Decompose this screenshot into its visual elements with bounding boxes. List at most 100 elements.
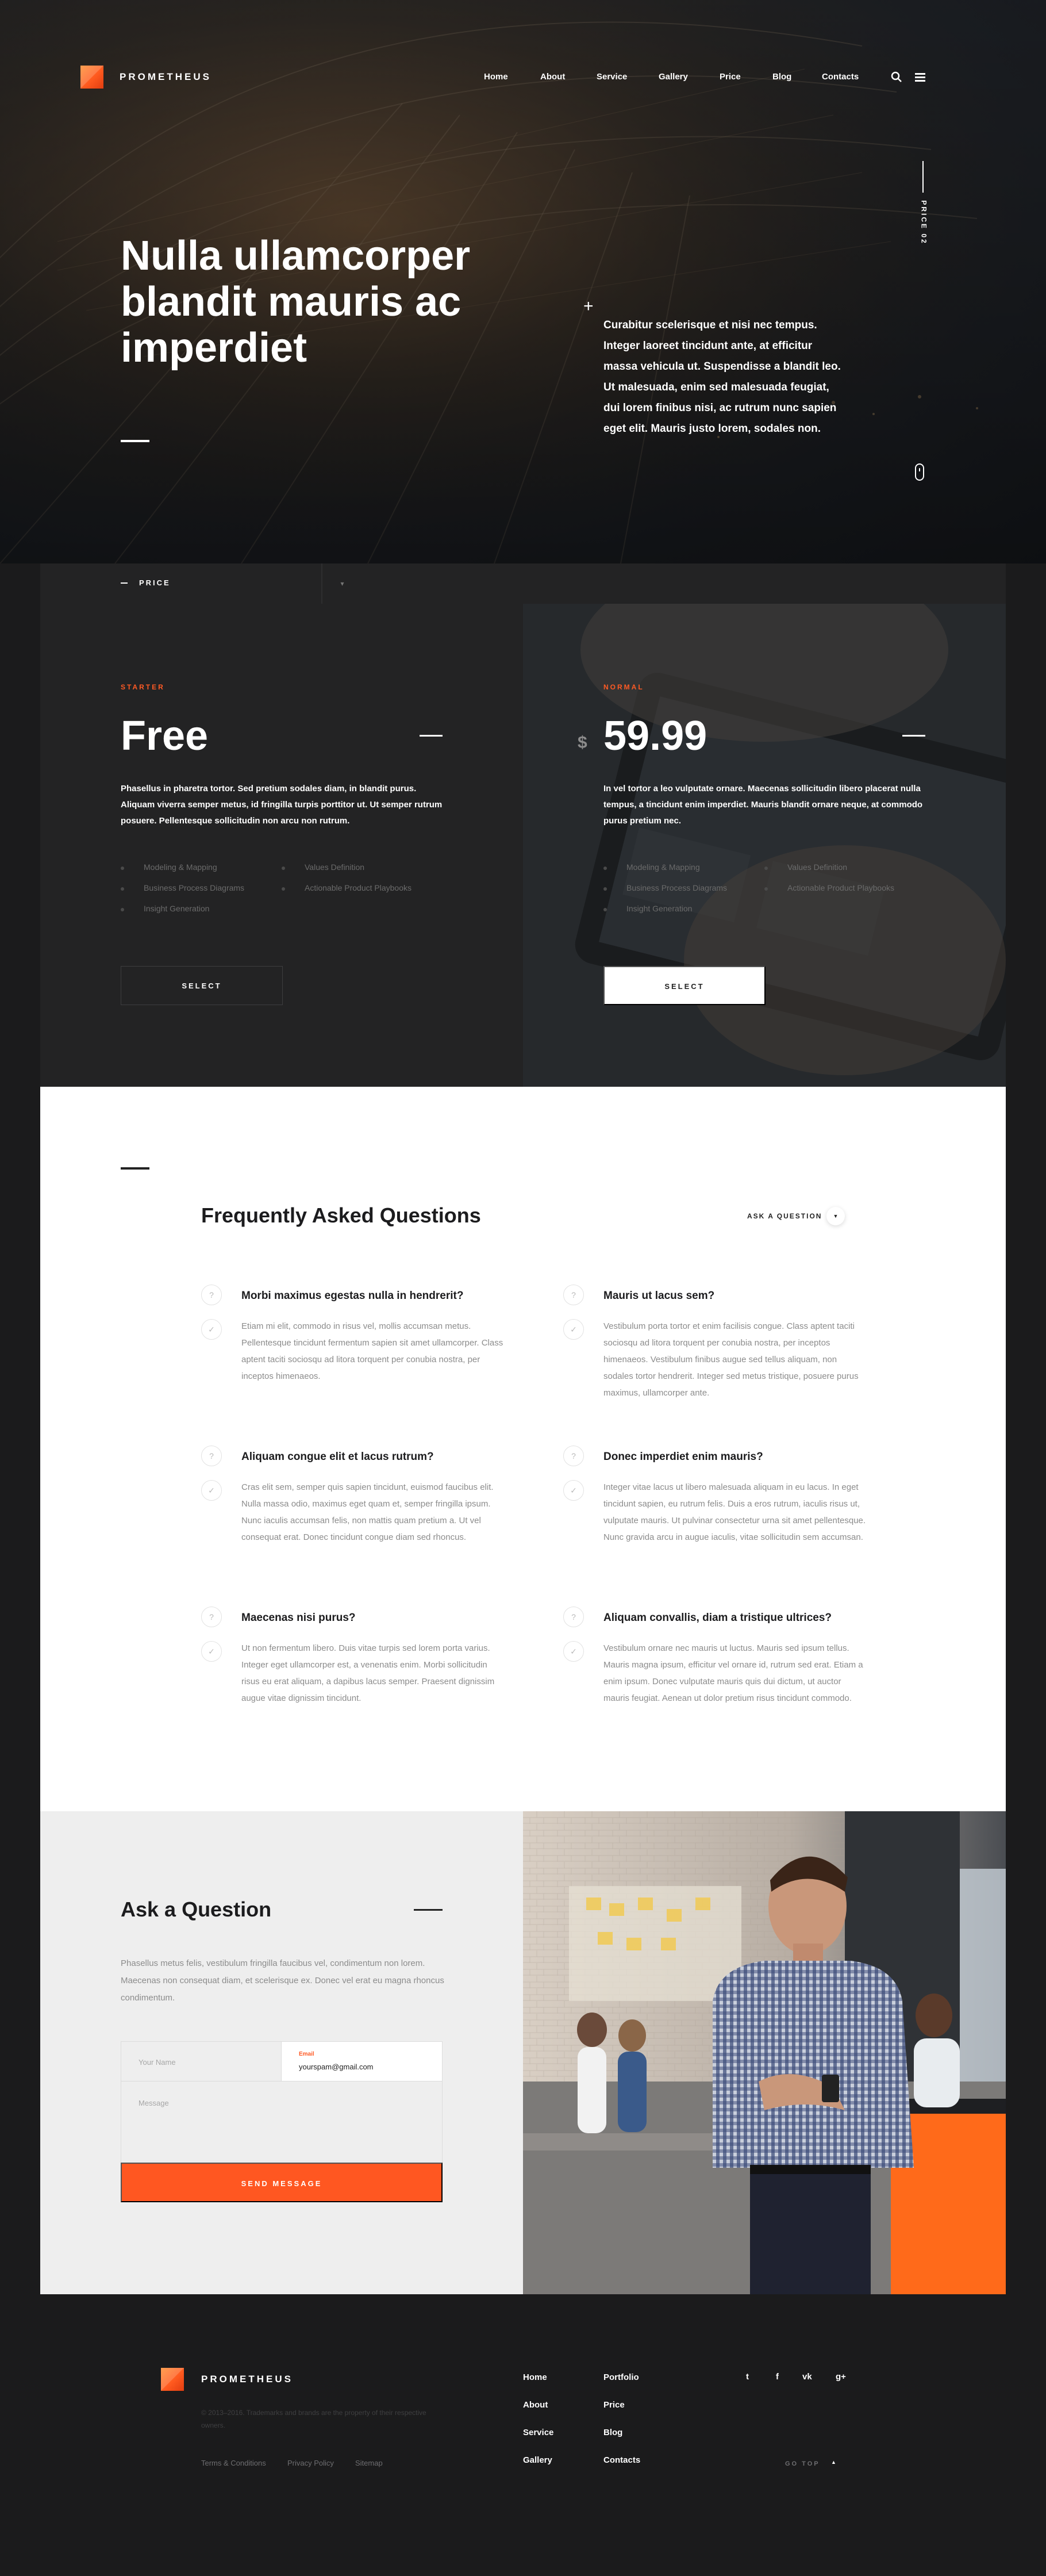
hero-title-line-1: Nulla ullamcorper: [121, 233, 471, 279]
faq-item: ? ✓ Maecenas nisi purus? Ut non fermentu…: [201, 1607, 506, 1707]
footer-link-blog[interactable]: Blog: [603, 2428, 622, 2437]
faq-item: ? ✓ Mauris ut lacus sem? Vestibulum port…: [563, 1285, 868, 1401]
email-value: yourspam@gmail.com: [299, 2063, 374, 2071]
hero-section: PROMETHEUS Home About Service Gallery Pr…: [0, 0, 1046, 564]
plan-feature: Values Definition: [764, 862, 925, 883]
message-field[interactable]: Message: [121, 2081, 443, 2163]
ask-description: Phasellus metus felis, vestibulum fringi…: [121, 1958, 444, 2003]
plan-card-starter: STARTER Free Phasellus in pharetra torto…: [40, 604, 523, 1087]
faq-answer: Cras elit sem, semper quis sapien tincid…: [241, 1482, 494, 1542]
pricing-section: STARTER Free Phasellus in pharetra torto…: [40, 604, 1006, 1087]
question-icon: ?: [563, 1607, 584, 1627]
faq-question[interactable]: Aliquam congue elit et lacus rutrum?: [241, 1450, 506, 1464]
search-icon[interactable]: [891, 71, 902, 83]
footer-link-portfolio[interactable]: Portfolio: [603, 2372, 639, 2382]
facebook-icon[interactable]: f: [776, 2372, 779, 2382]
nav-blog[interactable]: Blog: [772, 72, 791, 82]
nav-contacts[interactable]: Contacts: [822, 72, 859, 82]
nav-price[interactable]: Price: [720, 72, 741, 82]
faq-item: ? ✓ Aliquam convallis, diam a tristique …: [563, 1607, 868, 1707]
plan-feature: Values Definition: [282, 862, 443, 883]
select-normal-button[interactable]: SELECT: [603, 966, 766, 1005]
twitter-icon[interactable]: t: [746, 2372, 749, 2382]
select-starter-button[interactable]: SELECT: [121, 966, 283, 1005]
faq-item: ? ✓ Donec imperdiet enim mauris? Integer…: [563, 1446, 868, 1546]
brand-logo-icon[interactable]: [80, 66, 103, 89]
footer-link-price[interactable]: Price: [603, 2400, 625, 2410]
faq-section-line: [121, 1167, 149, 1170]
menu-icon[interactable]: [915, 72, 925, 82]
footer-logo-icon[interactable]: [161, 2368, 184, 2391]
footer-link-service[interactable]: Service: [523, 2428, 553, 2437]
hero-side-label: PRICE 02: [920, 200, 928, 245]
nav-gallery[interactable]: Gallery: [659, 72, 688, 82]
footer-link-home[interactable]: Home: [523, 2372, 547, 2382]
plan-feature: Modeling & Mapping: [121, 862, 282, 883]
plan-feature-list: Modeling & Mapping Values DefinitionBusin…: [121, 862, 443, 925]
chevron-down-icon[interactable]: ▼: [826, 1207, 845, 1225]
chevron-up-icon[interactable]: ▲: [831, 2459, 836, 2465]
nav-home[interactable]: Home: [484, 72, 508, 82]
price-tab-dash: [121, 582, 128, 584]
faq-answer: Vestibulum porta tortor et enim facilisi…: [603, 1321, 859, 1398]
chevron-down-icon[interactable]: ▾: [322, 564, 362, 604]
nav-about[interactable]: About: [540, 72, 565, 82]
footer-copyright: © 2013–2016. Trademarks and brands are t…: [201, 2409, 426, 2429]
google-plus-icon[interactable]: g+: [836, 2372, 846, 2382]
faq-item: ? ✓ Morbi maximus egestas nulla in hendr…: [201, 1285, 506, 1385]
vk-icon[interactable]: vk: [802, 2372, 812, 2382]
name-placeholder: Your Name: [139, 2058, 176, 2067]
question-icon: ?: [201, 1285, 222, 1305]
plan-feature: Insight Generation: [121, 904, 282, 925]
faq-question[interactable]: Morbi maximus egestas nulla in hendrerit…: [241, 1289, 506, 1303]
footer-brand-name[interactable]: PROMETHEUS: [201, 2374, 293, 2385]
plan-feature: Insight Generation: [603, 904, 764, 925]
ask-question-section: Ask a Question Phasellus metus felis, ve…: [40, 1811, 1006, 2294]
faq-answer: Vestibulum ornare nec mauris ut luctus. …: [603, 1643, 863, 1703]
plan-price: 59.99: [603, 713, 707, 759]
ask-question-link[interactable]: ASK A QUESTION: [747, 1212, 822, 1220]
faq-question[interactable]: Donec imperdiet enim mauris?: [603, 1450, 868, 1464]
plan-feature: Actionable Product Playbooks: [282, 883, 443, 904]
footer-sitemap-link[interactable]: Sitemap: [355, 2459, 383, 2467]
check-icon: ✓: [563, 1319, 584, 1340]
name-field[interactable]: Your Name: [121, 2041, 282, 2082]
plan-kicker: STARTER: [121, 683, 165, 691]
plan-dash: [420, 735, 443, 737]
footer-privacy-link[interactable]: Privacy Policy: [287, 2459, 334, 2467]
faq-title: Frequently Asked Questions: [201, 1203, 481, 1227]
scroll-down-icon[interactable]: [915, 463, 924, 481]
footer-link-gallery[interactable]: Gallery: [523, 2455, 552, 2465]
plan-dash: [902, 735, 925, 737]
footer: PROMETHEUS © 2013–2016. Trademarks and b…: [40, 2294, 1006, 2576]
footer-link-about[interactable]: About: [523, 2400, 548, 2410]
email-label: Email: [299, 2051, 314, 2057]
price-tab-label: PRICE: [139, 578, 171, 587]
send-message-button[interactable]: SEND MESSAGE: [121, 2163, 443, 2202]
faq-answer: Ut non fermentum libero. Duis vitae turp…: [241, 1643, 495, 1703]
email-field[interactable]: Email yourspam@gmail.com: [281, 2041, 443, 2082]
plan-feature-list: Modeling & Mapping Values DefinitionBusin…: [603, 862, 925, 925]
faq-question[interactable]: Mauris ut lacus sem?: [603, 1289, 868, 1303]
question-icon: ?: [201, 1446, 222, 1466]
faq-question[interactable]: Aliquam convallis, diam a tristique ultr…: [603, 1611, 868, 1625]
hero-title-line-2: blandit mauris ac: [121, 279, 462, 325]
nav-service[interactable]: Service: [597, 72, 627, 82]
footer-terms-link[interactable]: Terms & Conditions: [201, 2459, 266, 2467]
question-icon: ?: [563, 1446, 584, 1466]
hero-title: Nulla ullamcorper blandit mauris ac impe…: [121, 233, 523, 371]
price-tab[interactable]: PRICE ▾: [80, 564, 344, 604]
faq-answer: Integer vitae lacus ut libero malesuada …: [603, 1482, 866, 1542]
faq-question[interactable]: Maecenas nisi purus?: [241, 1611, 506, 1625]
go-top-link[interactable]: GO TOP: [785, 2460, 820, 2467]
plan-description: Phasellus in pharetra tortor. Sed pretiu…: [121, 784, 443, 826]
plan-feature: Business Process Diagrams: [121, 883, 282, 904]
check-icon: ✓: [201, 1480, 222, 1501]
footer-link-contacts[interactable]: Contacts: [603, 2455, 640, 2465]
plan-feature: Business Process Diagrams: [603, 883, 764, 904]
faq-item: ? ✓ Aliquam congue elit et lacus rutrum?…: [201, 1446, 506, 1546]
plan-kicker: NORMAL: [603, 683, 644, 691]
brand-name[interactable]: PROMETHEUS: [120, 71, 211, 83]
contact-form: Your Name Email yourspam@gmail.com Messa…: [121, 2041, 443, 2202]
message-placeholder: Message: [139, 2099, 169, 2107]
